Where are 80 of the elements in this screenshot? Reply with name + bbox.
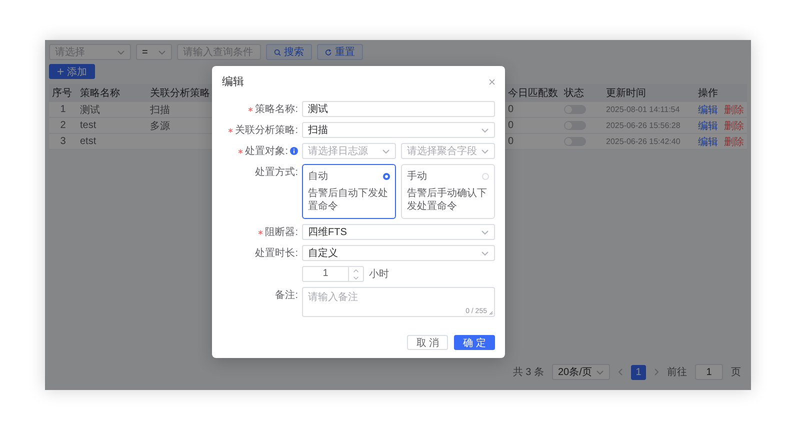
table-cell-text: etst <box>79 136 98 147</box>
edit-link[interactable]: 编辑 <box>698 134 718 148</box>
option-description: 告警后手动确认下发处置命令 <box>407 188 488 213</box>
reset-button[interactable]: 重置 <box>317 44 363 60</box>
chevron-down-icon <box>117 50 125 54</box>
radio-button[interactable] <box>383 172 390 180</box>
option-card[interactable]: 手动 告警后手动确认下发处置命令 <box>401 164 495 219</box>
select-field[interactable]: 自定义 <box>302 245 495 261</box>
confirm-button[interactable]: 确 定 <box>454 335 495 350</box>
info-icon <box>290 147 298 155</box>
select-field[interactable]: 请选择聚合字段 <box>401 143 495 159</box>
table-cell-text: 2 <box>59 120 67 131</box>
option-card[interactable]: 自动 告警后自动下发处置命令 <box>302 164 396 219</box>
field-label: 处置方式: <box>255 166 298 179</box>
select-field[interactable]: 四维FTS <box>302 224 495 240</box>
dialog-title: 编辑 <box>222 75 244 89</box>
table-cell-text: 扫描 <box>149 104 171 116</box>
resize-grip-icon[interactable] <box>489 311 493 315</box>
close-icon[interactable] <box>489 78 495 84</box>
table-cell-text: 多源 <box>149 120 171 132</box>
delete-link[interactable]: 删除 <box>724 134 744 148</box>
column-header: 操作 <box>697 86 719 100</box>
edit-link[interactable]: 编辑 <box>698 102 718 116</box>
field-label: 策略名称: <box>255 103 298 116</box>
previous-page-icon[interactable] <box>618 368 623 376</box>
field-label: 处置时长: <box>255 246 298 260</box>
column-header: 状态 <box>563 86 585 100</box>
delete-link[interactable]: 删除 <box>724 118 744 132</box>
name-input[interactable]: 测试 <box>302 101 495 117</box>
column-header: 策略名称 <box>79 86 121 100</box>
table-cell-text: 3 <box>59 136 67 147</box>
table-cell-text: 0 <box>507 136 515 147</box>
field-label: 处置对象: <box>245 144 288 158</box>
chevron-down-icon <box>158 50 166 54</box>
page-button[interactable]: 1 <box>631 364 646 380</box>
table-cell-text: 2025-08-01 14:11:54 <box>605 105 681 114</box>
next-page-icon[interactable] <box>654 368 659 376</box>
goto-label: 前往 <box>667 366 687 379</box>
search-icon <box>274 48 281 56</box>
page-size-select[interactable]: 20条/页 <box>552 364 610 380</box>
table-cell-text: 0 <box>507 120 515 131</box>
page-input[interactable]: 1 <box>695 364 723 380</box>
number-input[interactable]: 1 <box>302 266 364 282</box>
total-count: 共 3 条 <box>512 366 544 379</box>
chevron-down-icon <box>481 230 489 234</box>
chevron-down-icon <box>481 148 489 154</box>
field-label: 阻断器: <box>265 226 298 239</box>
column-header: 今日匹配数 <box>507 86 559 100</box>
table-cell-text: 1 <box>59 104 67 115</box>
search-button[interactable]: 搜索 <box>266 44 312 60</box>
chevron-up-icon[interactable] <box>353 268 359 272</box>
select-field[interactable]: 请选择日志源 <box>302 143 396 159</box>
page-unit: 页 <box>731 366 741 379</box>
operator-select[interactable]: = <box>136 44 172 60</box>
delete-link[interactable]: 删除 <box>724 102 744 116</box>
chevron-down-icon <box>596 370 604 374</box>
column-header: 更新时间 <box>605 86 647 100</box>
field-label: 关联分析策略: <box>235 124 298 137</box>
table-cell-text: test <box>79 120 98 131</box>
chevron-down-icon <box>382 148 390 154</box>
select-field[interactable]: 扫描 <box>302 122 495 138</box>
plus-icon <box>57 68 64 75</box>
column-header: 序号 <box>51 86 73 100</box>
field-label: 备注: <box>275 288 298 302</box>
table-cell-text: 2025-06-26 15:56:28 <box>605 121 682 130</box>
table-cell-text: 0 <box>507 104 515 115</box>
option-title: 手动 <box>407 170 427 183</box>
chevron-down-icon[interactable] <box>353 276 359 280</box>
option-title: 自动 <box>308 170 328 183</box>
unit-label: 小时 <box>369 268 389 281</box>
table-cell-text: 2025-06-26 15:42:40 <box>605 137 682 146</box>
table-cell-text: 测试 <box>79 104 101 116</box>
chevron-down-icon <box>481 128 489 132</box>
chevron-down-icon <box>481 250 489 256</box>
edit-link[interactable]: 编辑 <box>698 118 718 132</box>
reset-icon <box>325 48 332 56</box>
option-description: 告警后自动下发处置命令 <box>308 188 389 213</box>
cancel-button[interactable]: 取 消 <box>407 335 448 350</box>
column-header: 关联分析策略 <box>149 86 211 100</box>
add-button[interactable]: 添加 <box>49 64 95 79</box>
